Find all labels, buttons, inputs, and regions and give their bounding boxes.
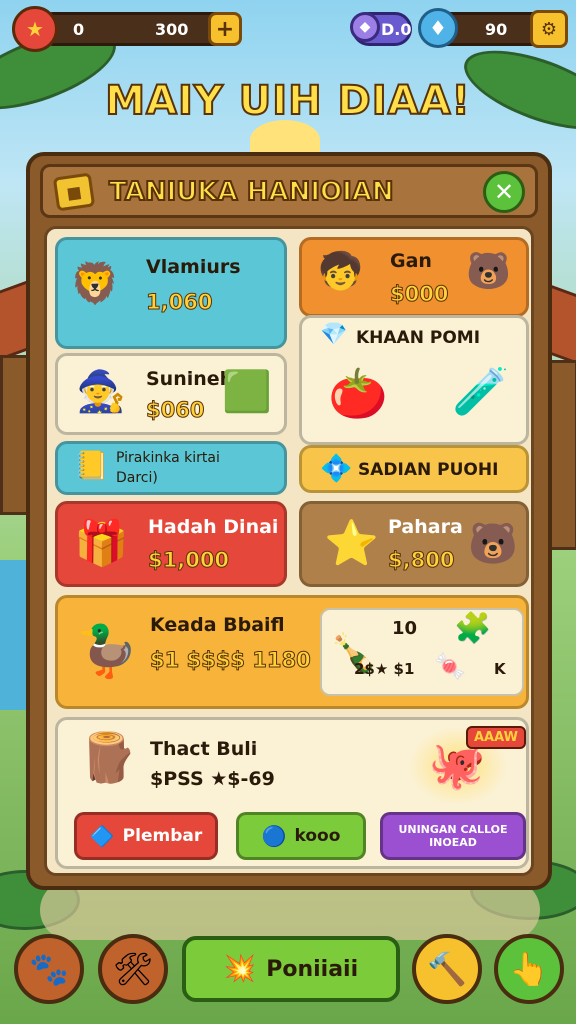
bear-mask-icon: 🐻 [466,251,511,292]
add-coins-button[interactable]: + [208,12,242,46]
coin-counter: 0 300 [36,12,236,46]
plembar-label: Plembar [122,826,203,846]
pet-menu-button[interactable]: 🐾 [14,934,84,1004]
item-name: Pirakinka kirtai [116,450,220,466]
purple-offer-line2: INOEAD [429,836,477,849]
crystal-icon: 💎 [320,322,348,347]
crystal-amount: 90 [485,19,508,39]
shop-header: ■ TANIUKA HANIOIAN ✕ [40,164,538,218]
splash-icon: 💥 [223,954,257,984]
item-price: $,800 [387,548,455,573]
boy-character-icon: 🧒 [318,251,363,292]
puzzle-piece-icon: 🧩 [454,611,492,646]
shop-item-sunineh[interactable]: 🧙 Sunineh $060 🟩 [55,353,287,435]
hut [548,360,576,550]
star-icon: ⭐ [324,518,379,569]
item-name: Keada Bbaifl [150,614,285,636]
hammer-icon: 🔨 [427,950,467,988]
item-name: KHAAN POMI [356,328,481,348]
item-name: Sunineh [146,368,234,390]
shop-item-gan[interactable]: 🧒 Gan $000 🐻 [299,237,529,317]
bear-pet-icon: 🐻 [468,521,518,567]
kooo-label: kooo [294,826,341,846]
settings-gear-icon[interactable]: ⚙ [530,10,568,48]
build-menu-button[interactable]: 🔨 [412,934,482,1004]
jelly-block-icon: 🟩 [222,369,272,415]
coin-currency-label: 0 [73,19,85,39]
shop-title: TANIUKA HANIOIAN [108,176,395,208]
purple-offer-line1: UNINGAN CALLOE [398,823,508,836]
kooo-button[interactable]: 🔵 kooo [236,812,366,860]
shop-item-pahara[interactable]: ⭐ Pahara $,800 🐻 [299,501,529,587]
shop-item-pirakinka[interactable]: 📒 Pirakinka kirtai Darci) [55,441,287,495]
item-price: 1,060 [145,290,213,315]
item-subtitle: Darci) [116,470,158,486]
item-price: $PSS ★$-69 [150,768,275,790]
coin-amount: 300 [155,19,189,39]
shop-item-khaan[interactable]: 💎 KHAAN POMI 🍅 🧪 [299,315,529,445]
shop-item-keada[interactable]: 🦆 Keada Bbaifl $1 $$$$ 1180 🍾 10 🧩 2$★ $… [55,595,529,709]
page-title: MAIY UIH DIAA! [104,77,471,125]
ticket-icon: ■ [52,172,96,212]
treasure-chest-icon: 🎁 [74,518,129,569]
shop-item-saidan[interactable]: 💠 SADIAN PUOHI [299,445,529,493]
main-action-button[interactable]: 💥 Poniiaii [182,936,400,1002]
crystal-icon: ♦ [418,8,458,48]
lion-character-icon: 🦁 [70,261,120,307]
ball-icon: 🔵 [261,824,287,848]
item-price: $060 [145,398,205,423]
tools-menu-button[interactable]: 🛠 [98,934,168,1004]
play-menu-button[interactable]: 👆 [494,934,564,1004]
item-price: $1,000 [147,548,230,573]
item-name: Thact Buli [150,738,258,760]
shop-panel: ■ TANIUKA HANIOIAN ✕ 🦁 Vlamiurs 1,060 🧒 … [26,152,552,890]
item-name: Pahara [388,516,463,538]
pointer-icon: 👆 [509,950,549,988]
bundle-preview: 🍾 10 🧩 2$★ $1 🍬 K [320,608,524,696]
gem-cluster-icon: 💠 [320,454,353,484]
shop-item-vlamiurs[interactable]: 🦁 Vlamiurs 1,060 [55,237,287,349]
gem-icon: 🔷 [89,824,115,848]
shop-grid: 🦁 Vlamiurs 1,060 🧒 Gan $000 🐻 💎 KHAAN PO… [44,226,534,876]
item-name: Vlamiurs [146,256,241,278]
item-name: Hadah Dinai [148,516,279,538]
potion-bottle-icon: 🧪 [452,364,510,418]
item-name: SADIAN PUOHI [358,460,499,480]
bundle-extra: K [494,660,506,678]
close-button[interactable]: ✕ [483,171,525,213]
purple-offer-button[interactable]: UNINGAN CALLOE INOEAD [380,812,526,860]
paw-icon: 🐾 [29,950,69,988]
item-name: Gan [390,250,432,272]
gem-value: D.0 [381,19,412,39]
item-price: $1 $$$$ 1180 [150,648,312,673]
item-price: $000 [389,282,449,307]
main-action-label: Poniiaii [266,956,359,982]
gnome-character-icon: 🧙 [76,369,126,415]
tools-icon: 🛠 [112,950,154,988]
wood-log-icon: 🪵 [78,730,138,786]
shop-item-thact[interactable]: 🪵 Thact Buli $PSS ★$-69 🐙 AAAW 🔷 Plembar… [55,717,529,869]
bundle-price: 2$★ $1 [354,660,415,678]
shop-item-hadah[interactable]: 🎁 Hadah Dinai $1,000 [55,501,287,587]
bundle-count: 10 [392,618,418,639]
storybook-icon: 📒 [74,449,109,482]
duck-character-icon: 🦆 [76,622,139,680]
tomato-icon: 🍅 [328,366,388,422]
coin-icon: ★ [12,6,58,52]
new-badge: AAAW [466,726,526,749]
candy-icon: 🍬 [434,652,467,682]
plembar-button[interactable]: 🔷 Plembar [74,812,218,860]
gem-icon: ◆ [350,12,380,42]
